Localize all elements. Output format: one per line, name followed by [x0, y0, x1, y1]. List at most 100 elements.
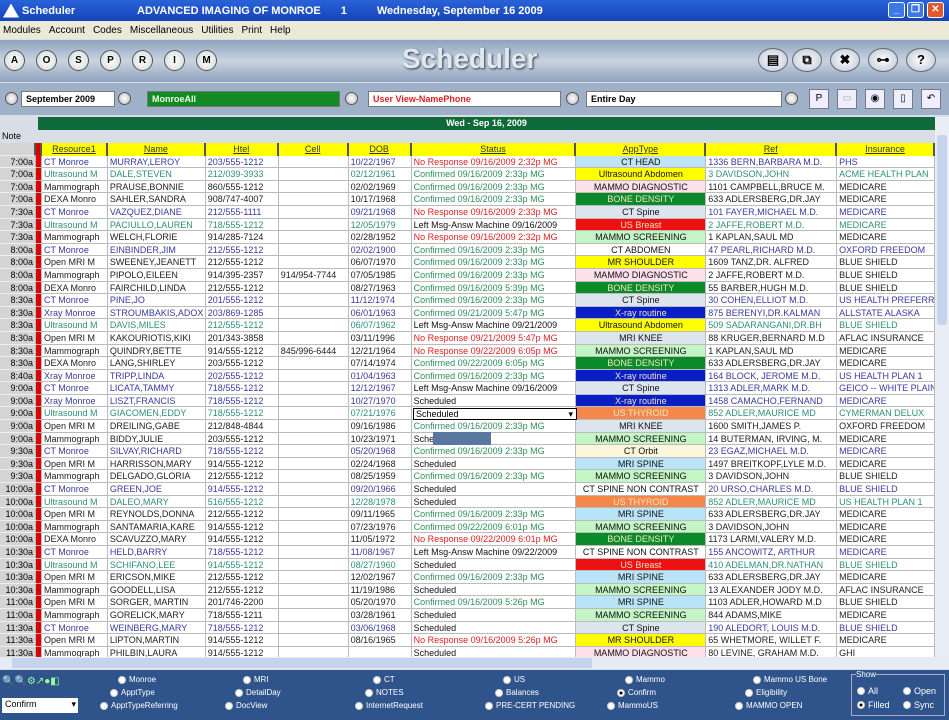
- table-row[interactable]: 8:40a Xray Monroe TRIPP,LINDA 202/555-1212 0…: [0, 369, 935, 383]
- table-row[interactable]: 9:30a CT Monroe SILVAY,RICHARD 718/555-1212…: [0, 445, 935, 458]
- table-row[interactable]: 8:00a CT Monroe EINBINDER,JIM 212/555-1212 0…: [0, 243, 935, 257]
- status-cell[interactable]: No Response 09/21/2009 5:47p MG: [411, 331, 577, 345]
- menu-print[interactable]: Print: [241, 25, 262, 36]
- month-field[interactable]: September 2009: [21, 91, 115, 107]
- status-cell[interactable]: Confirmed 09/16/2009 2:33p MG: [411, 508, 577, 521]
- table-row[interactable]: 11:00a Mammograph GORELICK,MARY 718/555-121…: [0, 608, 935, 622]
- help-button[interactable]: ?: [906, 48, 936, 72]
- status-cell[interactable]: Scheduled: [411, 394, 577, 408]
- status-cell[interactable]: Confirmed 09/16/2009 2:33p MG: [411, 369, 577, 383]
- module-button-m[interactable]: M: [196, 50, 217, 71]
- table-row[interactable]: 10:30a Open MRI M ERICSON,MIKE 212/555-1212…: [0, 571, 935, 584]
- status-cell[interactable]: No Response 09/16/2009 5:26p MG: [411, 634, 577, 647]
- show-all[interactable]: All: [857, 686, 878, 696]
- radio-docview[interactable]: DocView: [225, 701, 267, 710]
- status-cell[interactable]: Confirmed 09/16/2009 5:26p MG: [411, 596, 577, 609]
- table-row[interactable]: 11:00a Open MRI M SORGER, MARTIN 201/746-22…: [0, 596, 935, 609]
- status-cell[interactable]: Confirmed 09/22/2009 6:01p MG: [411, 520, 577, 534]
- table-row[interactable]: 11:30a CT Monroe WEINBERG,MARY 718/555-1212…: [0, 621, 935, 635]
- column-header-6[interactable]: DOB: [348, 143, 412, 156]
- table-row[interactable]: 10:00a Mammograph SANTAMARIA,KARE 914/555-1…: [0, 520, 935, 534]
- show-open[interactable]: Open: [903, 686, 936, 696]
- column-header-10[interactable]: Insurance: [837, 143, 935, 156]
- module-button-a[interactable]: A: [4, 50, 25, 71]
- copy-icon[interactable]: ⧉: [792, 48, 822, 72]
- table-row[interactable]: 8:30a Mammograph QUINDRY,BETTE 914/555-1212…: [0, 344, 935, 358]
- table-row[interactable]: 10:00a Ultrasound M DALEO,MARY 516/555-1212…: [0, 495, 935, 509]
- status-cell[interactable]: Left Msg-Answ Machine 09/21/2009: [411, 319, 577, 332]
- show-filled[interactable]: Filled: [857, 700, 890, 710]
- radio-pre-cert-pending[interactable]: PRE-CERT PENDING: [485, 701, 575, 710]
- status-cell[interactable]: Confirmed 09/16/2009 2:33p MG: [411, 420, 577, 433]
- binoculars-icon[interactable]: ◉: [865, 89, 885, 109]
- location-dropdown-button[interactable]: [345, 92, 358, 105]
- status-cell[interactable]: No Response 09/22/2009 6:05p MG: [411, 344, 577, 358]
- menu-miscellaneous[interactable]: Miscellaneous: [130, 25, 193, 36]
- radio-mammo-us-bone[interactable]: Mammo US Bone: [753, 675, 827, 684]
- column-header-3[interactable]: Name: [107, 143, 206, 156]
- status-cell[interactable]: Left Msg-Answ Machine 09/22/2009: [411, 546, 577, 559]
- radio-detailday[interactable]: DetailDay: [235, 688, 281, 697]
- table-row[interactable]: 8:00a Mammograph PIPOLO,EILEEN 914/395-2357…: [0, 268, 935, 282]
- status-cell[interactable]: Confirmed 09/16/2009 2:33p MG: [411, 571, 577, 584]
- radio-mri[interactable]: MRI: [243, 675, 269, 684]
- new-document-icon[interactable]: ▯: [893, 89, 913, 109]
- dropdown-popup[interactable]: [433, 432, 491, 445]
- status-cell[interactable]: Confirmed 09/16/2009 2:33p MG: [411, 256, 577, 269]
- status-cell[interactable]: Scheduled: [411, 608, 577, 622]
- status-cell[interactable]: Scheduled: [412, 646, 577, 657]
- status-cell[interactable]: Confirmed 09/21/2009 5:47p MG: [411, 306, 577, 320]
- table-row[interactable]: 11:30a Open MRI M LIPTON,MARTIN 914/555-121…: [0, 634, 935, 647]
- radio-mammo-open[interactable]: MAMMO OPEN: [735, 701, 802, 710]
- table-row[interactable]: 8:30a Ultrasound M DAVIS,MILES 212/555-1212…: [0, 319, 935, 332]
- radio-ct[interactable]: CT: [373, 675, 395, 684]
- column-header-8[interactable]: AppType: [576, 143, 707, 156]
- prev-month-button[interactable]: [5, 92, 18, 105]
- radio-mammo[interactable]: Mammo: [625, 675, 665, 684]
- table-row[interactable]: 7:00a Mammograph PRAUSE,BONNIE 860/555-1212…: [0, 180, 935, 194]
- radio-mammous[interactable]: MammoUS: [607, 701, 658, 710]
- module-button-o[interactable]: O: [36, 50, 57, 71]
- menu-help[interactable]: Help: [270, 25, 291, 36]
- key-icon[interactable]: ⊶: [868, 48, 898, 72]
- book-icon[interactable]: ▭: [837, 89, 857, 109]
- table-row[interactable]: 10:30a CT Monroe HELD,BARRY 718/555-1212 11/…: [0, 546, 935, 559]
- table-row[interactable]: 8:30a CT Monroe PINE,JO 201/555-1212 11/12/1…: [0, 294, 935, 307]
- column-header-9[interactable]: Ref: [706, 143, 838, 156]
- range-dropdown-button[interactable]: [785, 92, 798, 105]
- tools-icon[interactable]: ✖: [830, 48, 860, 72]
- table-row[interactable]: 7:30a Mammograph WELCH,FLORIE 914/285-7124 0…: [0, 231, 935, 244]
- table-row[interactable]: 7:00a Ultrasound M DALE,STEVEN 212/039-3933…: [0, 168, 935, 181]
- confirm-dropdown[interactable]: Confirm ▾: [2, 698, 78, 713]
- zoom-tool-icons[interactable]: 🔍🔍⚙↗●◧: [2, 676, 60, 687]
- radio-us[interactable]: US: [503, 675, 525, 684]
- table-row[interactable]: 9:30a Mammograph DELGADO,GLORIA 212/555-121…: [0, 470, 935, 484]
- status-cell[interactable]: Confirmed 09/16/2009 2:33p MG: [411, 294, 577, 307]
- module-button-i[interactable]: I: [164, 50, 185, 71]
- location-select[interactable]: MonroeAll: [147, 91, 340, 107]
- status-cell[interactable]: No Response 09/22/2009 6:01p MG: [411, 533, 577, 546]
- radio-internetrequest[interactable]: InternetRequest: [355, 701, 423, 710]
- table-row[interactable]: 10:00a DEXA Monro SCAVUZZO,MARY 914/555-121…: [0, 533, 935, 546]
- status-cell[interactable]: Scheduled: [411, 621, 577, 635]
- menu-account[interactable]: Account: [49, 25, 85, 36]
- module-button-s[interactable]: S: [68, 50, 89, 71]
- module-button-p[interactable]: P: [100, 50, 121, 71]
- status-cell[interactable]: No Response 09/16/2009 2:32p MG: [411, 155, 577, 169]
- status-cell[interactable]: Confirmed 09/16/2009 2:33p MG: [411, 470, 577, 484]
- view-select[interactable]: User View-NamePhone: [368, 91, 561, 107]
- table-row[interactable]: 8:00a DEXA Monro FAIRCHILD,LINDA 212/555-12…: [0, 281, 935, 295]
- minimize-button[interactable]: _: [888, 2, 905, 18]
- status-cell[interactable]: No Response 09/16/2009 2:32p MG: [411, 231, 577, 244]
- table-row[interactable]: 9:00a CT Monroe LICATA,TAMMY 718/555-1212 12…: [0, 382, 935, 395]
- range-select[interactable]: Entire Day: [586, 91, 782, 107]
- status-cell[interactable]: Scheduled: [411, 583, 577, 597]
- table-row[interactable]: 9:30a Open MRI M HARRISSON,MARY 914/555-121…: [0, 457, 935, 471]
- view-dropdown-button[interactable]: [566, 92, 579, 105]
- table-row[interactable]: 8:00a Open MRI M SWEENEY,JEANETT 212/555-12…: [0, 256, 935, 269]
- radio-balances[interactable]: Balances: [495, 688, 539, 697]
- table-row[interactable]: 7:30a Ultrasound M PACIULLO,LAUREN 718/555-…: [0, 218, 935, 232]
- vertical-scroll-thumb[interactable]: [937, 135, 947, 325]
- table-row[interactable]: 11:30a Mammograph PHILBIN,LAURA 914/555-121…: [0, 646, 935, 657]
- table-row[interactable]: 10:30a Ultrasound M SCHIFANO,LEE 914/555-12…: [0, 558, 935, 572]
